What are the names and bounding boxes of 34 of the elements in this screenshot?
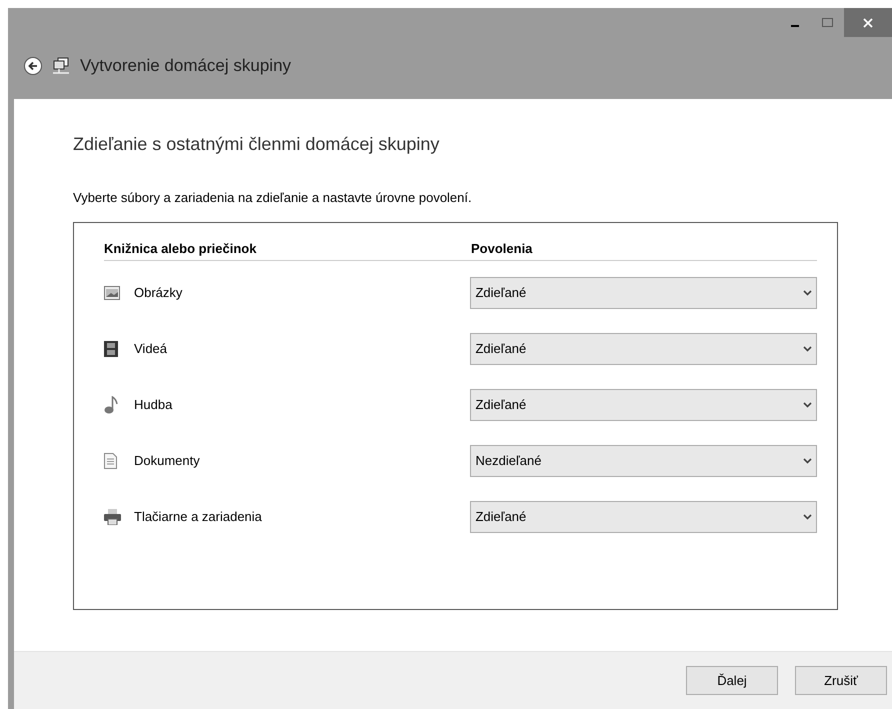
window-title: Vytvorenie domácej skupiny [80,55,292,78]
chevron-down-icon [803,514,812,520]
instruction-text: Vyberte súbory a zariadenia na zdieľanie a nastavte úrovne povolení. [73,189,473,207]
dialog-button[interactable]: Ďalej [686,666,778,695]
document-icon [104,453,117,469]
picture-icon [104,286,120,300]
film-icon [104,341,118,357]
page-heading: Zdieľanie s ostatnými členmi domácej skupiny [73,133,440,156]
library-name: Tlačiarne a zariadenia [134,508,262,526]
chevron-down-icon [803,402,812,408]
maximize-icon [822,18,832,27]
printer-icon [104,509,121,525]
back-arrow-icon [28,61,38,71]
library-name: Videá [134,340,168,358]
back-button[interactable] [24,57,42,75]
library-name: Hudba [134,396,172,414]
library-name: Obrázky [134,284,182,302]
permission-dropdown[interactable]: Zdieľané [470,277,817,309]
column-header: Povolenia [471,240,532,258]
chevron-down-icon [803,458,812,464]
chevron-down-icon [803,346,812,352]
close-icon [863,18,873,28]
music-note-icon [104,396,118,414]
dialog-button[interactable]: Zrušiť [795,666,887,695]
column-header: Knižnica alebo priečinok [104,240,258,258]
chevron-down-icon [803,290,812,296]
permission-dropdown[interactable]: Nezdieľané [470,445,817,477]
permission-dropdown[interactable]: Zdieľané [470,333,817,365]
permission-dropdown[interactable]: Zdieľané [470,389,817,421]
library-name: Dokumenty [134,452,200,470]
network-computer-icon [52,57,70,75]
minimize-icon [791,24,799,26]
permission-dropdown[interactable]: Zdieľané [470,501,817,533]
close-button[interactable] [844,8,892,37]
